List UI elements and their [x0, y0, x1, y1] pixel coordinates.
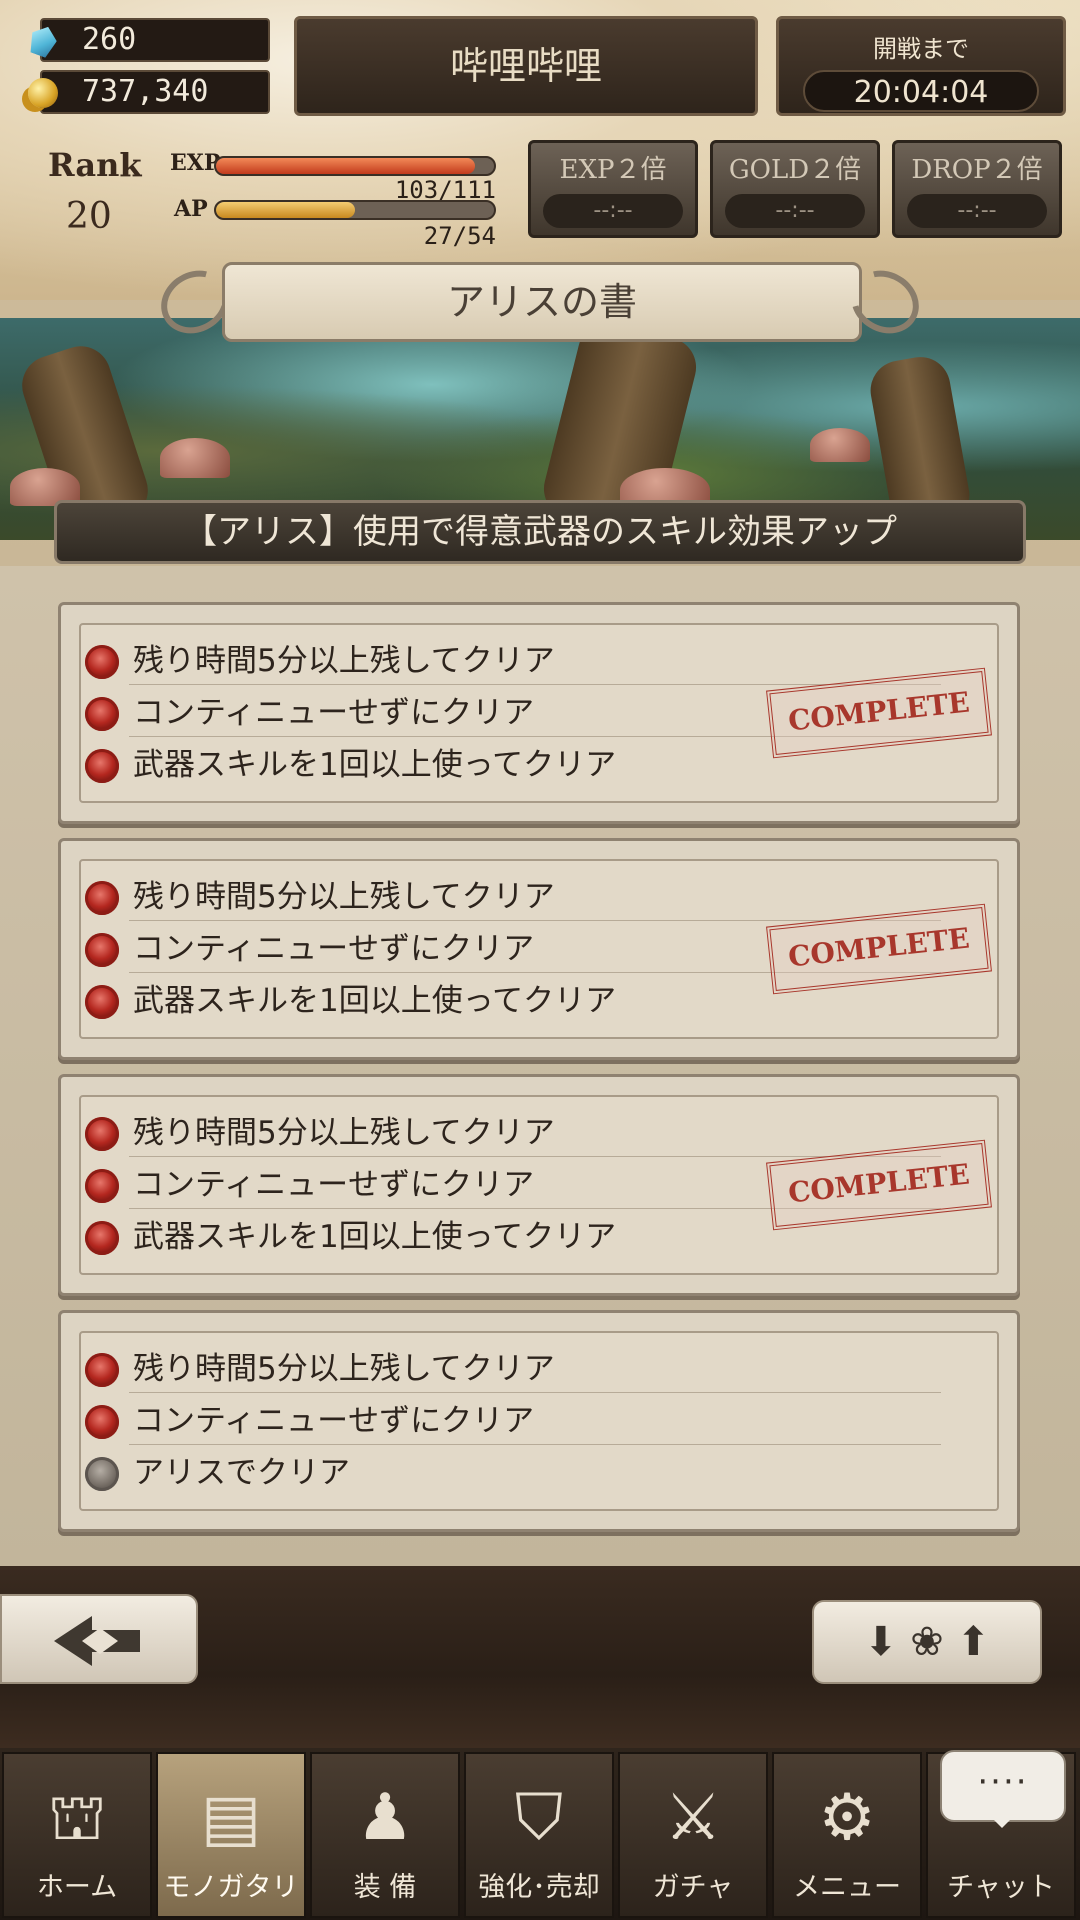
mission-text: 残り時間5分以上残してクリア — [133, 1351, 555, 1387]
gold-boost-label: GOLD２倍 — [728, 155, 862, 185]
exp-label: EXP — [170, 150, 221, 176]
book-icon: ▤ — [200, 1781, 262, 1855]
exp-boost-timer: --:-- — [543, 194, 683, 228]
rose-icon — [85, 1169, 119, 1203]
battle-countdown-time: 20:04:04 — [803, 70, 1039, 112]
ap-bar-fill — [216, 202, 355, 218]
crossed-weapons-icon: ⚔ — [664, 1781, 722, 1855]
nav-label: 強化･売却 — [478, 1872, 600, 1903]
castle-icon: ⛫ — [47, 1781, 107, 1855]
back-button[interactable] — [0, 1594, 198, 1684]
nav-label: ホーム — [36, 1872, 118, 1903]
battle-countdown-label: 開戦まで — [873, 35, 969, 63]
ap-bar — [214, 200, 496, 220]
mission-card[interactable]: 残り時間5分以上残してクリア コンティニューせずにクリア 武器スキルを1回以上使… — [58, 1074, 1020, 1296]
player-name: 哔哩哔哩 — [449, 44, 602, 88]
exp-boost-label: EXP２倍 — [559, 155, 667, 185]
rose-icon — [85, 933, 119, 967]
gem-counter: 260 — [40, 18, 270, 62]
gold-counter: 737,340 — [28, 70, 270, 114]
sort-up-arrow-icon: ⬆ — [956, 1619, 990, 1665]
nav-menu[interactable]: ⚙ メニュー — [772, 1752, 922, 1918]
sort-button[interactable]: ⬇ ❀ ⬆ — [812, 1600, 1042, 1684]
rank-label: Rank — [48, 146, 142, 184]
mission-text: 残り時間5分以上残してクリア — [133, 643, 555, 679]
exp-bar — [214, 156, 496, 176]
book-title: アリスの書 — [222, 262, 862, 342]
rose-icon — [85, 1405, 119, 1439]
gem-icon — [24, 22, 62, 60]
mission-text: コンティニューせずにクリア — [133, 695, 535, 731]
nav-label: チャット — [947, 1872, 1055, 1903]
mission-row: アリスでクリア — [81, 1449, 941, 1497]
exp-boost-button[interactable]: EXP２倍 --:-- — [528, 140, 698, 238]
rose-icon — [85, 1457, 119, 1491]
nav-home[interactable]: ⛫ ホーム — [2, 1752, 152, 1918]
back-arrow-icon — [54, 1616, 140, 1666]
mission-text: コンティニューせずにクリア — [133, 931, 535, 967]
rank-value: 20 — [66, 196, 112, 237]
gold-boost-button[interactable]: GOLD２倍 --:-- — [710, 140, 880, 238]
mission-text: 武器スキルを1回以上使ってクリア — [133, 1219, 617, 1255]
gold-count: 737,340 — [82, 74, 209, 109]
rose-icon — [85, 985, 119, 1019]
battle-countdown[interactable]: 開戦まで 20:04:04 — [776, 16, 1066, 116]
nav-label: ガチャ — [652, 1872, 734, 1903]
mission-card[interactable]: 残り時間5分以上残してクリア コンティニューせずにクリア アリスでクリア — [58, 1310, 1020, 1532]
drop-boost-timer: --:-- — [907, 194, 1047, 228]
nav-label: メニュー — [793, 1872, 901, 1903]
nav-label: モノガタリ — [163, 1872, 299, 1903]
ap-value: 27/54 — [423, 222, 496, 250]
exp-bar-fill — [216, 158, 475, 174]
mission-text: 残り時間5分以上残してクリア — [133, 879, 555, 915]
drop-boost-label: DROP２倍 — [911, 155, 1043, 185]
nav-equipment[interactable]: ♟ 装 備 — [310, 1752, 460, 1918]
helmet-icon: ⛉ — [515, 1781, 563, 1855]
mission-card[interactable]: 残り時間5分以上残してクリア コンティニューせずにクリア 武器スキルを1回以上使… — [58, 838, 1020, 1060]
mission-row: コンティニューせずにクリア — [81, 1397, 941, 1445]
nav-gacha[interactable]: ⚔ ガチャ — [618, 1752, 768, 1918]
gold-boost-timer: --:-- — [725, 194, 865, 228]
rose-icon — [85, 1117, 119, 1151]
rose-icon — [85, 749, 119, 783]
mission-row: 残り時間5分以上残してクリア — [81, 1109, 941, 1157]
mission-text: アリスでクリア — [133, 1455, 350, 1491]
rose-icon — [85, 1221, 119, 1255]
rose-icon — [85, 1353, 119, 1387]
drop-boost-button[interactable]: DROP２倍 --:-- — [892, 140, 1062, 238]
rose-icon — [85, 645, 119, 679]
mission-text: コンティニューせずにクリア — [133, 1167, 535, 1203]
nav-label: 装 備 — [353, 1872, 417, 1903]
mission-text: 武器スキルを1回以上使ってクリア — [133, 983, 617, 1019]
rose-icon — [85, 881, 119, 915]
mission-text: 武器スキルを1回以上使ってクリア — [133, 747, 617, 783]
bottom-nav: ⛫ ホーム ▤ モノガタリ ♟ 装 備 ⛉ 強化･売却 ⚔ ガチャ ⚙ メニュー… — [0, 1748, 1080, 1920]
nav-story[interactable]: ▤ モノガタリ — [156, 1752, 306, 1918]
book-title-frame: アリスの書 — [0, 258, 1080, 346]
mission-card[interactable]: 残り時間5分以上残してクリア コンティニューせずにクリア 武器スキルを1回以上使… — [58, 602, 1020, 824]
mission-row: 残り時間5分以上残してクリア — [81, 1345, 941, 1393]
nav-enhance-sell[interactable]: ⛉ 強化･売却 — [464, 1752, 614, 1918]
rose-emblem-icon: ❀ — [910, 1619, 944, 1665]
gears-icon: ⚙ — [818, 1781, 876, 1855]
player-name-button[interactable]: 哔哩哔哩 — [294, 16, 758, 116]
ap-label: AP — [174, 196, 208, 222]
coin-icon — [24, 74, 62, 112]
sort-down-arrow-icon: ⬇ — [864, 1619, 898, 1665]
chat-bubble-icon[interactable]: ···· — [940, 1750, 1066, 1828]
puppet-icon: ♟ — [356, 1781, 414, 1855]
rose-icon — [85, 697, 119, 731]
book-subtitle: 【アリス】使用で得意武器のスキル効果アップ — [54, 500, 1026, 564]
mission-row: 残り時間5分以上残してクリア — [81, 873, 941, 921]
gem-count: 260 — [82, 22, 137, 57]
mission-row: 残り時間5分以上残してクリア — [81, 637, 941, 685]
mission-text: コンティニューせずにクリア — [133, 1403, 535, 1439]
mission-text: 残り時間5分以上残してクリア — [133, 1115, 555, 1151]
